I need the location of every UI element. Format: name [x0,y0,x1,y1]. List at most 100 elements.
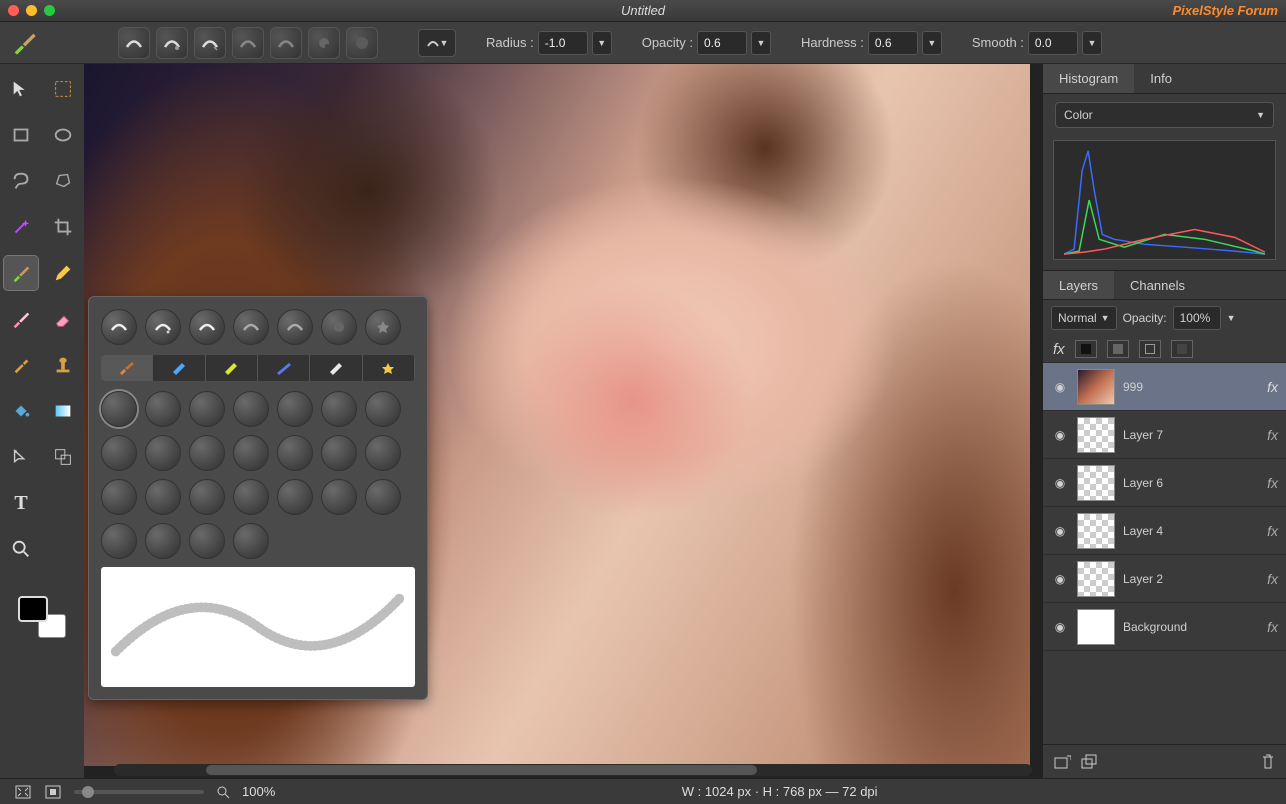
visibility-eye-icon[interactable]: ◉ [1051,620,1069,634]
polygon-lasso-tool[interactable] [46,164,80,198]
foreground-color-swatch[interactable] [18,596,48,622]
preset-6[interactable] [321,391,357,427]
preset-18[interactable] [233,479,269,515]
zoom-tool[interactable] [4,532,38,566]
preset-13[interactable] [321,435,357,471]
preset-9[interactable] [145,435,181,471]
smudge-tool[interactable] [4,302,38,336]
mask-button-2[interactable] [1107,340,1129,358]
zoom-slider[interactable] [74,790,204,794]
preset-25[interactable] [233,523,269,559]
preset-24[interactable] [189,523,225,559]
brush-tab-1[interactable] [101,355,153,381]
brush-tab-4[interactable] [258,355,310,381]
preset-4[interactable] [233,391,269,427]
brush-tab-2[interactable] [153,355,205,381]
preset-5[interactable] [277,391,313,427]
radius-dropdown[interactable]: ▼ [592,31,612,55]
brush-type-4[interactable] [233,309,269,345]
hardness-dropdown[interactable]: ▼ [922,31,942,55]
preset-2[interactable] [145,391,181,427]
bucket-tool[interactable] [4,394,38,428]
layer-thumbnail[interactable] [1077,465,1115,501]
preset-7[interactable] [365,391,401,427]
chevron-down-icon[interactable]: ▼ [1227,313,1236,323]
preset-17[interactable] [189,479,225,515]
layer-thumbnail[interactable] [1077,561,1115,597]
brush-type-3[interactable] [189,309,225,345]
smooth-dropdown[interactable]: ▼ [1082,31,1102,55]
visibility-eye-icon[interactable]: ◉ [1051,524,1069,538]
layer-row[interactable]: ◉ Background fx [1043,603,1286,651]
brush-preset-2[interactable] [156,27,188,59]
close-window-icon[interactable] [8,5,19,16]
visibility-eye-icon[interactable]: ◉ [1051,476,1069,490]
visibility-eye-icon[interactable]: ◉ [1051,380,1069,394]
maximize-window-icon[interactable] [44,5,55,16]
preset-14[interactable] [365,435,401,471]
visibility-eye-icon[interactable]: ◉ [1051,428,1069,442]
layer-row[interactable]: ◉ Layer 4 fx [1043,507,1286,555]
stamp-tool[interactable] [46,348,80,382]
layer-thumbnail[interactable] [1077,609,1115,645]
layer-thumbnail[interactable] [1077,513,1115,549]
brush-tab-6[interactable] [363,355,415,381]
horizontal-scrollbar[interactable] [114,764,1032,776]
histogram-mode-select[interactable]: Color ▼ [1055,102,1274,128]
layer-fx-indicator[interactable]: fx [1267,523,1278,539]
wand-tool[interactable] [4,210,38,244]
preset-16[interactable] [145,479,181,515]
canvas-area[interactable] [84,64,1042,778]
preset-11[interactable] [233,435,269,471]
layer-fx-indicator[interactable]: fx [1267,379,1278,395]
brush-type-6[interactable] [321,309,357,345]
brush-type-2[interactable] [145,309,181,345]
actual-size-icon[interactable] [44,784,62,800]
brush-preset-4[interactable] [232,27,264,59]
layer-row[interactable]: ◉ Layer 7 fx [1043,411,1286,459]
brush-preset-6[interactable] [308,27,340,59]
smooth-value[interactable]: 0.0 [1028,31,1078,55]
visibility-eye-icon[interactable]: ◉ [1051,572,1069,586]
mask-button-3[interactable] [1139,340,1161,358]
brush-tool[interactable] [4,256,38,290]
layer-fx-indicator[interactable]: fx [1267,475,1278,491]
move-tool[interactable] [4,72,38,106]
gradient-tool[interactable] [46,394,80,428]
layer-row[interactable]: ◉ 999 fx [1043,363,1286,411]
new-layer-icon[interactable] [1053,754,1071,770]
pencil-tool[interactable] [46,256,80,290]
fx-button[interactable]: fx [1053,341,1065,358]
brush-preset-dropdown[interactable]: ▼ [418,29,456,57]
layer-fx-indicator[interactable]: fx [1267,619,1278,635]
layer-row[interactable]: ◉ Layer 6 fx [1043,459,1286,507]
fit-screen-icon[interactable] [14,784,32,800]
opacity-dropdown[interactable]: ▼ [751,31,771,55]
brush-preset-5[interactable] [270,27,302,59]
duplicate-layer-icon[interactable] [1081,754,1099,770]
brush-type-5[interactable] [277,309,313,345]
preset-21[interactable] [365,479,401,515]
preset-8[interactable] [101,435,137,471]
zoom-reset-icon[interactable] [216,785,230,799]
preset-20[interactable] [321,479,357,515]
layer-row[interactable]: ◉ Layer 2 fx [1043,555,1286,603]
tab-info[interactable]: Info [1134,64,1188,93]
layer-thumbnail[interactable] [1077,369,1115,405]
preset-22[interactable] [101,523,137,559]
hardness-value[interactable]: 0.6 [868,31,918,55]
crop-tool[interactable] [46,210,80,244]
preset-10[interactable] [189,435,225,471]
tab-layers[interactable]: Layers [1043,271,1114,299]
preset-3[interactable] [189,391,225,427]
mask-button-4[interactable] [1171,340,1193,358]
ellipse-shape-tool[interactable] [46,118,80,152]
opacity-value[interactable]: 0.6 [697,31,747,55]
trash-icon[interactable] [1260,753,1276,771]
tab-channels[interactable]: Channels [1114,271,1201,299]
layer-opacity-value[interactable]: 100% [1173,306,1221,330]
minimize-window-icon[interactable] [26,5,37,16]
preset-23[interactable] [145,523,181,559]
color-swatches[interactable] [18,596,66,638]
preset-15[interactable] [101,479,137,515]
